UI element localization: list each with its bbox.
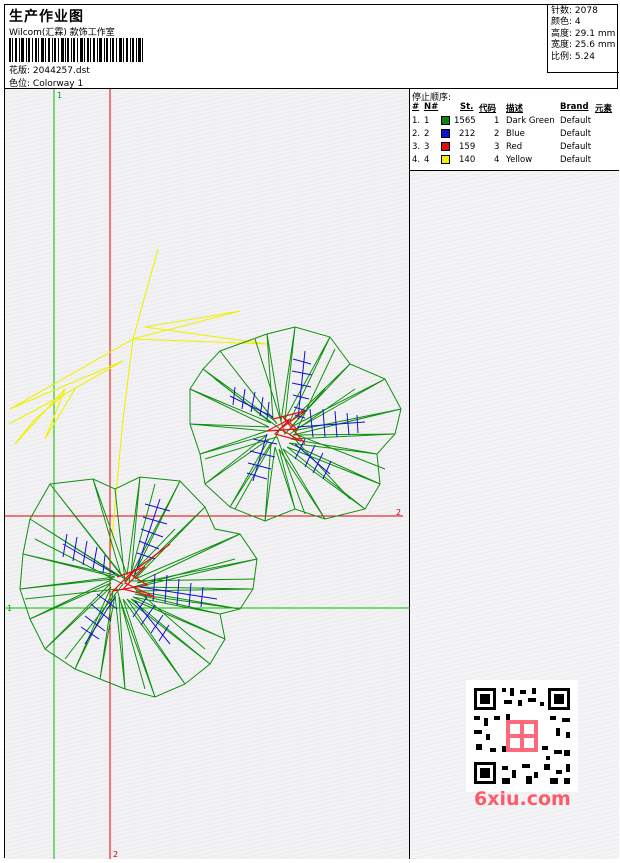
qr-code-icon: [466, 680, 578, 792]
colorway-label: 色位:: [9, 79, 31, 89]
studio-name: Wilcom(汇霖) 款饰工作室: [9, 28, 115, 38]
design-height: 高度: 29.1 mm: [551, 28, 616, 39]
design-width: 宽度: 25.6 mm: [551, 40, 616, 51]
col-header-brand: Brand: [560, 102, 589, 112]
embroidery-preview: 1 1 2 2: [5, 89, 410, 859]
stop-sequence-table: 停止顺序: # N# St. 代码 描述 Brand 元素 1. 1 1565 …: [410, 89, 619, 171]
color-swatch-yellow: [441, 155, 450, 164]
colorway-line: 色位: Colorway 1: [9, 76, 83, 89]
stitch-count: 针数: 2078: [551, 6, 598, 16]
header: 生产作业图 Wilcom(汇霖) 款饰工作室 花版: 2044257.dst 色…: [5, 5, 619, 89]
color-swatch-blue: [441, 129, 450, 138]
green-guide-label-top: 1: [57, 91, 62, 100]
col-header-stitches: St.: [460, 102, 474, 112]
col-header-needle: N#: [424, 102, 439, 112]
design-scale: 比例: 5.24: [551, 51, 595, 62]
color-swatch-dark-green: [441, 116, 450, 125]
stats-box: 针数: 2078 颜色: 4 高度: 29.1 mm 宽度: 25.6 mm 比…: [547, 5, 619, 73]
color-swatch-red: [441, 142, 450, 151]
watermark-logo: 6xiu.com: [474, 788, 571, 810]
barcode-icon: [9, 38, 143, 62]
red-guide-label-bottom: 2: [113, 850, 118, 859]
color-count: 颜色: 4: [551, 17, 581, 28]
col-header-code: 代码: [479, 104, 497, 114]
design-canvas: 1 1 2 2: [5, 89, 410, 859]
design-value: 2044257.dst: [32, 66, 90, 76]
red-guide-label-right: 2: [396, 508, 401, 517]
upper-flower-green-fill: [189, 326, 402, 522]
col-header-description: 描述: [506, 104, 524, 114]
page-title: 生产作业图: [9, 9, 84, 25]
col-header-index: #: [412, 102, 420, 112]
design-label: 花版:: [9, 66, 31, 76]
col-header-element: 元素: [595, 104, 613, 114]
colorway-value: Colorway 1: [32, 79, 84, 89]
design-name-line: 花版: 2044257.dst: [9, 63, 90, 76]
green-guide-label-left: 1: [7, 604, 12, 613]
